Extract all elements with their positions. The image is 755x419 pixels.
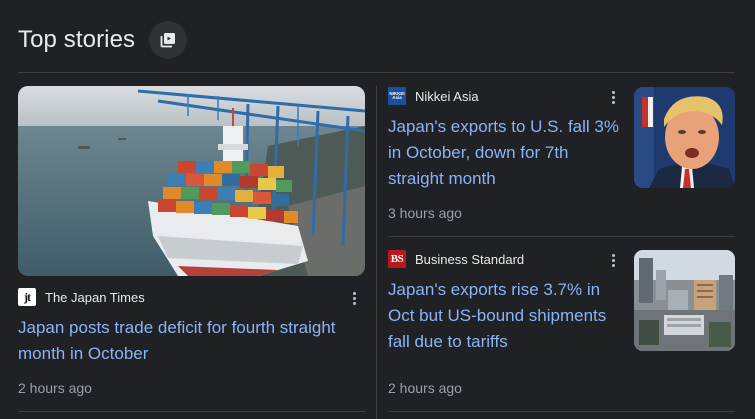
column-divider (376, 86, 377, 419)
city-skyline-image (634, 250, 735, 351)
story3-timestamp: 2 hours ago (388, 380, 462, 396)
source-name: Business Standard (415, 251, 525, 267)
story3-thumbnail[interactable] (634, 250, 735, 351)
stories-stack-button[interactable] (149, 21, 188, 59)
source-name: Nikkei Asia (415, 88, 479, 104)
header-divider (18, 72, 735, 73)
lead-source[interactable]: jt The Japan Times (18, 287, 145, 307)
more-options-icon[interactable] (346, 288, 362, 308)
source-name: The Japan Times (45, 289, 145, 305)
stories-stack-icon (160, 33, 176, 48)
story2-source[interactable]: NIKKEI Asia Nikkei Asia (388, 86, 479, 106)
lead-story-image[interactable] (18, 86, 365, 276)
story2-headline-link[interactable]: Japan's exports to U.S. fall 3% in Octob… (388, 114, 626, 192)
story-divider (388, 236, 735, 237)
lead-headline-link[interactable]: Japan posts trade deficit for fourth str… (18, 315, 365, 367)
business-standard-logo: BS (388, 250, 406, 268)
story3-headline-link[interactable]: Japan's exports rise 3.7% in Oct but US-… (388, 277, 628, 355)
story2-thumbnail[interactable] (634, 87, 735, 188)
story2-timestamp: 3 hours ago (388, 205, 462, 221)
more-options-icon[interactable] (605, 250, 621, 270)
container-ship-image (18, 86, 365, 276)
bottom-divider-left (18, 411, 365, 412)
japan-times-logo: jt (18, 288, 36, 306)
more-options-icon[interactable] (605, 87, 621, 107)
nikkei-asia-logo: NIKKEI Asia (388, 87, 406, 105)
portrait-image (634, 87, 735, 188)
lead-timestamp: 2 hours ago (18, 380, 92, 396)
bottom-divider-right (388, 411, 735, 412)
top-stories-header: Top stories (18, 20, 188, 60)
story3-source[interactable]: BS Business Standard (388, 249, 524, 269)
section-title: Top stories (18, 26, 136, 53)
